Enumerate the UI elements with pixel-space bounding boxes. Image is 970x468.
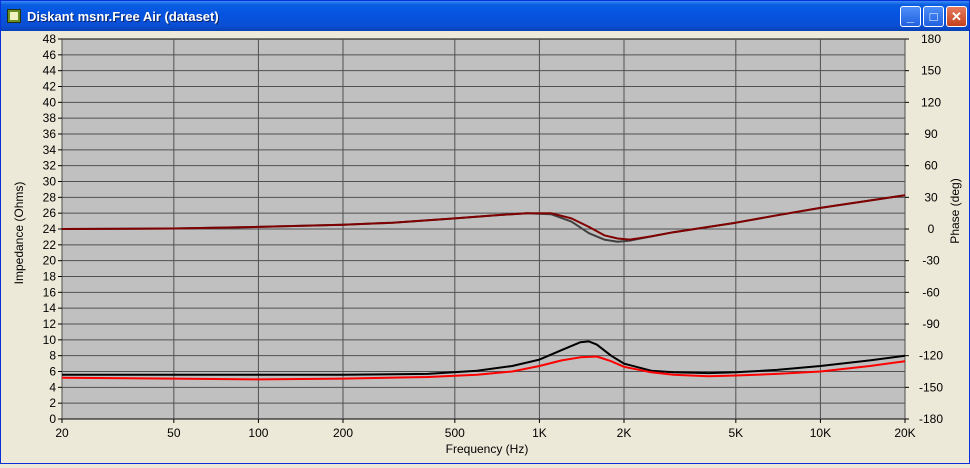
y-tick-label: 24 [43, 222, 57, 236]
x-tick-label: 20K [894, 426, 915, 440]
y2-tick-label: -150 [919, 380, 943, 394]
app-window: Diskant msnr.Free Air (dataset) _ □ ✕ 20… [0, 0, 970, 464]
y-tick-label: 42 [43, 80, 57, 94]
title-bar[interactable]: Diskant msnr.Free Air (dataset) _ □ ✕ [1, 1, 969, 31]
y-tick-label: 10 [43, 333, 57, 347]
y-tick-label: 32 [43, 159, 57, 173]
maximize-button[interactable]: □ [923, 6, 944, 27]
y-tick-label: 22 [43, 238, 57, 252]
y-tick-label: 12 [43, 317, 57, 331]
y2-tick-label: 180 [921, 32, 941, 46]
y2-axis-label: Phase (deg) [948, 178, 962, 243]
x-tick-label: 20 [55, 426, 69, 440]
app-icon[interactable] [7, 9, 21, 23]
y-tick-label: 36 [43, 127, 57, 141]
y2-tick-label: 60 [924, 159, 938, 173]
x-tick-label: 100 [248, 426, 268, 440]
window-title: Diskant msnr.Free Air (dataset) [27, 9, 219, 24]
x-tick-label: 500 [445, 426, 465, 440]
y-tick-label: 0 [49, 412, 56, 426]
y-tick-label: 46 [43, 48, 57, 62]
x-tick-label: 10K [810, 426, 831, 440]
y2-tick-label: -180 [919, 412, 943, 426]
y-tick-label: 6 [49, 365, 56, 379]
y-tick-label: 44 [43, 64, 57, 78]
y2-tick-label: 120 [921, 95, 941, 109]
chart-area: 20 50 100 200 500 1K 2K 5K 10K 20K 0 2 4 6 8 10 12 14 16 1… [1, 31, 969, 463]
minimize-button[interactable]: _ [900, 6, 921, 27]
y2-tick-label: 30 [924, 190, 938, 204]
x-tick-label: 50 [167, 426, 181, 440]
y-tick-label: 16 [43, 285, 57, 299]
y-tick-label: 28 [43, 190, 57, 204]
y2-tick-label: -90 [922, 317, 940, 331]
y-tick-label: 20 [43, 254, 57, 268]
y-tick-label: 40 [43, 95, 57, 109]
y-tick-label: 38 [43, 111, 57, 125]
y2-tick-label: -30 [922, 254, 940, 268]
y-tick-label: 26 [43, 206, 57, 220]
y-axis-label: Impedance (Ohms) [12, 182, 26, 285]
y-tick-label: 30 [43, 175, 57, 189]
y-tick-label: 8 [49, 349, 56, 363]
x-tick-label: 5K [728, 426, 743, 440]
y2-tick-label: -60 [922, 285, 940, 299]
y-tick-label: 2 [49, 396, 56, 410]
impedance-phase-chart: 20 50 100 200 500 1K 2K 5K 10K 20K 02468101214161… [1, 31, 969, 463]
y2-tick-label: 0 [928, 222, 935, 236]
y-tick-label: 48 [43, 32, 57, 46]
y2-tick-label: 90 [924, 127, 938, 141]
y-tick-label: 34 [43, 143, 57, 157]
x-tick-label: 1K [532, 426, 547, 440]
y2-tick-label: -120 [919, 349, 943, 363]
x-tick-label: 200 [333, 426, 353, 440]
x-axis-label: Frequency (Hz) [446, 442, 529, 456]
y2-tick-label: 150 [921, 64, 941, 78]
close-button[interactable]: ✕ [946, 6, 967, 27]
x-tick-label: 2K [617, 426, 632, 440]
y-tick-label: 18 [43, 270, 57, 284]
y-tick-label: 14 [43, 301, 57, 315]
y-tick-label: 4 [49, 380, 56, 394]
